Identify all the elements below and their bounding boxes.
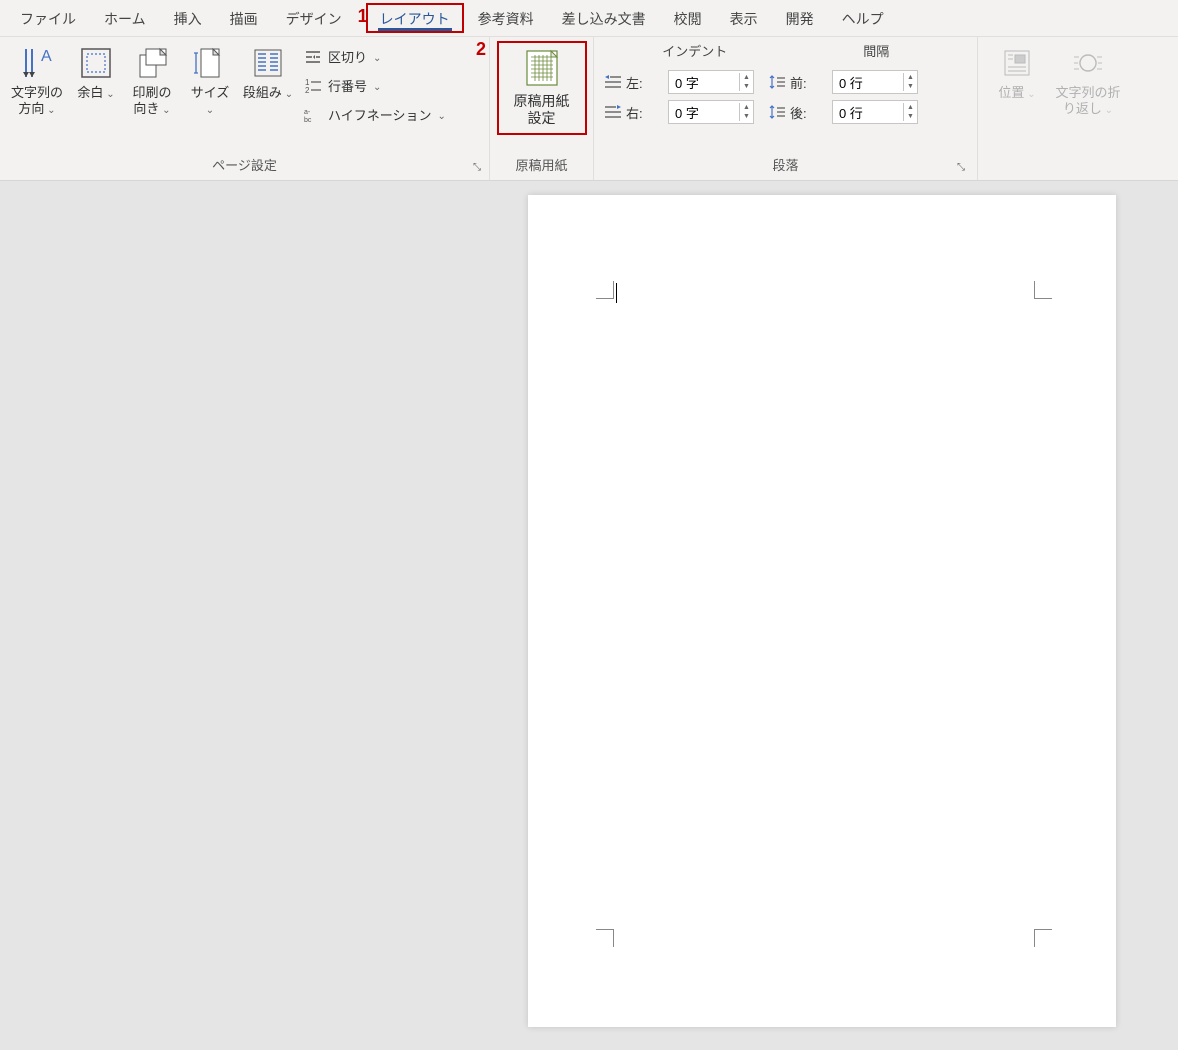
- tab-file[interactable]: ファイル: [6, 3, 90, 33]
- indent-right-label: 右:: [604, 103, 660, 122]
- orientation-button[interactable]: 印刷の 向き: [124, 41, 180, 117]
- text-wrap-label: 文字列の折 り返し: [1055, 85, 1120, 117]
- line-numbers-button[interactable]: 12 行番号: [300, 74, 450, 97]
- orientation-label: 印刷の 向き: [132, 85, 171, 117]
- margin-corner-top-right: [1034, 281, 1052, 299]
- spacing-before-input[interactable]: ▲▼: [832, 70, 918, 94]
- text-wrap-icon: [1070, 45, 1106, 81]
- tab-developer[interactable]: 開発: [772, 3, 828, 33]
- hyphenation-icon: a-bc: [304, 106, 322, 124]
- spacing-header: 間隔: [786, 41, 968, 60]
- genko-label: 原稿用紙 設定: [514, 93, 570, 127]
- line-numbers-label: 行番号: [328, 76, 367, 95]
- svg-text:a-: a-: [304, 109, 311, 116]
- spacing-before-field[interactable]: [833, 73, 903, 92]
- spin-up-icon[interactable]: ▲: [740, 103, 753, 112]
- tab-view[interactable]: 表示: [716, 3, 772, 33]
- spacing-before-label: 前:: [768, 73, 824, 92]
- margin-corner-bottom-left: [596, 929, 614, 947]
- spacing-after-label: 後:: [768, 103, 824, 122]
- group-arrange: 位置 文字列の折 り返し: [978, 37, 1178, 180]
- genko-icon: [521, 47, 563, 89]
- text-wrap-button: 文字列の折 り返し: [1048, 41, 1128, 117]
- tab-layout[interactable]: レイアウト: [366, 3, 464, 33]
- indent-left-input[interactable]: ▲▼: [668, 70, 754, 94]
- text-direction-label: 文字列の 方向: [11, 85, 63, 117]
- spin-up-icon[interactable]: ▲: [904, 73, 917, 82]
- tab-insert[interactable]: 挿入: [160, 3, 216, 33]
- genko-settings-button[interactable]: 原稿用紙 設定: [497, 41, 587, 135]
- text-direction-button[interactable]: A 文字列の 方向: [6, 41, 68, 117]
- paragraph-group-label: 段落 ⤡: [604, 153, 967, 178]
- group-paragraph: インデント 間隔 左: ▲▼: [594, 37, 978, 180]
- indent-right-input[interactable]: ▲▼: [668, 100, 754, 124]
- breaks-button[interactable]: 区切り: [300, 45, 450, 68]
- svg-text:2: 2: [305, 86, 310, 95]
- page-setup-group-label: ページ設定 ⤡: [6, 153, 483, 178]
- size-button[interactable]: サイズ: [184, 41, 236, 117]
- ribbon-area: ファイル ホーム 挿入 描画 デザイン 1 レイアウト 参考資料 差し込み文書 …: [0, 0, 1178, 181]
- margins-label: 余白: [77, 85, 114, 101]
- genko-group-label: 原稿用紙: [494, 153, 589, 178]
- margins-button[interactable]: 余白: [72, 41, 120, 101]
- ribbon-content: A 文字列の 方向 余白 印刷の 向き: [0, 36, 1178, 180]
- margin-corner-bottom-right: [1034, 929, 1052, 947]
- tab-mailings[interactable]: 差し込み文書: [548, 3, 660, 33]
- spin-down-icon[interactable]: ▼: [740, 112, 753, 121]
- document-area[interactable]: [0, 181, 1178, 1047]
- spacing-after-field[interactable]: [833, 103, 903, 122]
- indent-left-label: 左:: [604, 73, 660, 92]
- page-setup-launcher[interactable]: ⤡: [467, 162, 481, 176]
- indent-left-field[interactable]: [669, 73, 739, 92]
- tab-design[interactable]: デザイン: [272, 3, 356, 33]
- paragraph-launcher[interactable]: ⤡: [951, 162, 965, 176]
- line-numbers-icon: 12: [304, 77, 322, 95]
- position-label: 位置: [998, 85, 1035, 101]
- tab-review[interactable]: 校閲: [660, 3, 716, 33]
- group-genko: 2 原稿用紙 設定 原稿用紙: [490, 37, 594, 180]
- size-icon: [192, 45, 228, 81]
- breaks-label: 区切り: [328, 47, 367, 66]
- ribbon-tabs: ファイル ホーム 挿入 描画 デザイン 1 レイアウト 参考資料 差し込み文書 …: [0, 0, 1178, 36]
- hyphenation-button[interactable]: a-bc ハイフネーション: [300, 103, 450, 126]
- text-cursor: [616, 283, 617, 303]
- columns-button[interactable]: 段組み: [240, 41, 296, 101]
- tab-help[interactable]: ヘルプ: [828, 3, 898, 33]
- size-label: サイズ: [186, 85, 234, 117]
- spin-down-icon[interactable]: ▼: [904, 82, 917, 91]
- position-icon: [999, 45, 1035, 81]
- spin-down-icon[interactable]: ▼: [740, 82, 753, 91]
- columns-icon: [250, 45, 286, 81]
- callout-2: 2: [476, 39, 486, 60]
- spin-up-icon[interactable]: ▲: [740, 73, 753, 82]
- group-page-setup: A 文字列の 方向 余白 印刷の 向き: [0, 37, 490, 180]
- document-page[interactable]: [528, 195, 1116, 1027]
- text-direction-icon: A: [19, 45, 55, 81]
- position-button: 位置: [990, 41, 1044, 101]
- spin-up-icon[interactable]: ▲: [904, 103, 917, 112]
- svg-text:A: A: [41, 48, 52, 65]
- tab-home[interactable]: ホーム: [90, 3, 160, 33]
- svg-text:bc: bc: [304, 117, 312, 124]
- tab-draw[interactable]: 描画: [216, 3, 272, 33]
- columns-label: 段組み: [243, 85, 293, 101]
- spacing-after-input[interactable]: ▲▼: [832, 100, 918, 124]
- margins-icon: [78, 45, 114, 81]
- hyphenation-label: ハイフネーション: [328, 105, 431, 124]
- indent-header: インデント: [604, 41, 786, 60]
- margin-corner-top-left: [596, 281, 614, 299]
- breaks-icon: [304, 48, 322, 66]
- orientation-icon: [134, 45, 170, 81]
- indent-right-field[interactable]: [669, 103, 739, 122]
- spin-down-icon[interactable]: ▼: [904, 112, 917, 121]
- tab-references[interactable]: 参考資料: [464, 3, 548, 33]
